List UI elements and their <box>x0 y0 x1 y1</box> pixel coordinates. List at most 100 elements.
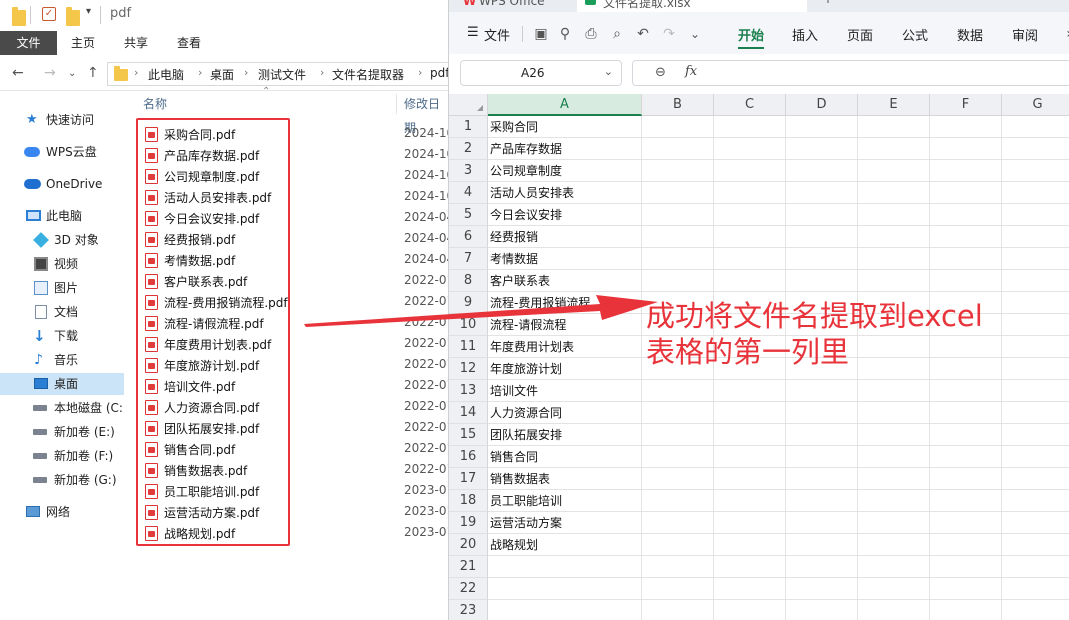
breadcrumb-this-pc[interactable]: 此电脑 <box>148 66 184 83</box>
sidebar-item-drive-g[interactable]: 新加卷 (G:) <box>0 469 124 491</box>
column-header-d[interactable]: D <box>786 94 858 116</box>
row-header[interactable]: 7 <box>449 248 488 270</box>
row-header[interactable]: 23 <box>449 600 488 620</box>
row-header[interactable]: 16 <box>449 446 488 468</box>
cell-a[interactable]: 运营活动方案 <box>490 512 642 534</box>
row-header[interactable]: 11 <box>449 336 488 358</box>
row-header[interactable]: 2 <box>449 138 488 160</box>
redo-icon[interactable]: ↷ <box>661 26 677 42</box>
sidebar-item-wps-cloud[interactable]: WPS云盘 <box>0 141 124 163</box>
breadcrumb-pdf[interactable]: pdf <box>430 66 448 80</box>
back-icon[interactable]: ← <box>12 65 24 81</box>
tab-spreadsheet-file[interactable]: 文件名提取.xlsx <box>577 0 807 12</box>
sidebar-item-network[interactable]: 网络 <box>0 501 124 523</box>
menu-data[interactable]: 数据 <box>957 25 983 44</box>
row-header[interactable]: 8 <box>449 270 488 292</box>
cell-a[interactable]: 销售数据表 <box>490 468 642 490</box>
save-icon[interactable]: ▣ <box>533 26 549 42</box>
print-preview-icon[interactable]: ⌕ <box>609 26 625 42</box>
cell-a[interactable]: 年度旅游计划 <box>490 358 642 380</box>
row-header[interactable]: 13 <box>449 380 488 402</box>
menu-insert[interactable]: 插入 <box>792 25 818 44</box>
cell-a[interactable]: 经费报销 <box>490 226 642 248</box>
new-folder-icon[interactable] <box>66 7 80 26</box>
menu-review[interactable]: 审阅 <box>1012 25 1038 44</box>
column-header-b[interactable]: B <box>642 94 714 116</box>
properties-icon[interactable]: ✓ <box>42 7 56 21</box>
ribbon-tab-view[interactable]: 查看 <box>170 31 208 55</box>
column-header-c[interactable]: C <box>714 94 786 116</box>
column-header-e[interactable]: E <box>858 94 930 116</box>
cell-a[interactable]: 团队拓展安排 <box>490 424 642 446</box>
row-header[interactable]: 21 <box>449 556 488 578</box>
sidebar-item-music[interactable]: ♪ 音乐 <box>0 349 124 371</box>
forward-icon[interactable]: → <box>44 65 56 81</box>
menu-file[interactable]: 文件 <box>484 25 510 44</box>
cell-a[interactable]: 销售合同 <box>490 446 642 468</box>
sidebar-item-3d-objects[interactable]: 3D 对象 <box>0 229 124 251</box>
column-header-g[interactable]: G <box>1002 94 1069 116</box>
row-header[interactable]: 14 <box>449 402 488 424</box>
more-menu-icon[interactable]: › <box>1061 26 1069 42</box>
column-header-name[interactable]: 名称 <box>143 92 167 116</box>
cell-a[interactable]: 年度费用计划表 <box>490 336 642 358</box>
chevron-down-icon[interactable]: ⌄ <box>687 26 703 42</box>
row-header[interactable]: 3 <box>449 160 488 182</box>
cell-a[interactable]: 采购合同 <box>490 116 642 138</box>
column-header-a[interactable]: A <box>488 94 642 116</box>
cell-a[interactable]: 人力资源合同 <box>490 402 642 424</box>
formula-input[interactable]: ⊖ fx <box>632 60 1069 86</box>
print-icon[interactable]: ⎙ <box>583 26 599 42</box>
row-header[interactable]: 19 <box>449 512 488 534</box>
up-icon[interactable]: ↑ <box>87 65 99 81</box>
tab-wps-office[interactable]: W WPS Office <box>457 0 577 12</box>
column-header-f[interactable]: F <box>930 94 1002 116</box>
sidebar-item-pictures[interactable]: 图片 <box>0 277 124 299</box>
sidebar-item-documents[interactable]: 文档 <box>0 301 124 323</box>
hamburger-icon[interactable]: ☰ <box>467 25 479 40</box>
sidebar-item-this-pc[interactable]: 此电脑 <box>0 205 124 227</box>
sidebar-item-desktop[interactable]: 桌面 <box>0 373 124 395</box>
row-header[interactable]: 6 <box>449 226 488 248</box>
sidebar-item-videos[interactable]: 视频 <box>0 253 124 275</box>
chevron-down-icon[interactable]: ⌄ <box>604 65 613 78</box>
cell-a[interactable]: 战略规划 <box>490 534 642 556</box>
sidebar-item-quick-access[interactable]: ★ 快速访问 <box>0 109 124 131</box>
menu-formula[interactable]: 公式 <box>902 25 928 44</box>
row-header[interactable]: 1 <box>449 116 488 138</box>
menu-start[interactable]: 开始 <box>738 25 765 49</box>
cell-a[interactable]: 培训文件 <box>490 380 642 402</box>
ribbon-tab-share[interactable]: 共享 <box>117 31 155 55</box>
row-header[interactable]: 22 <box>449 578 488 600</box>
cell-a[interactable]: 活动人员安排表 <box>490 182 642 204</box>
fx-icon[interactable]: fx <box>685 64 697 79</box>
name-box[interactable]: A26 ⌄ <box>460 60 622 86</box>
cell-a[interactable]: 产品库存数据 <box>490 138 642 160</box>
column-header-date[interactable]: 修改日期 <box>404 92 448 135</box>
breadcrumb-test-files[interactable]: 测试文件 <box>258 66 306 83</box>
sidebar-item-drive-f[interactable]: 新加卷 (F:) <box>0 445 124 467</box>
row-header[interactable]: 12 <box>449 358 488 380</box>
row-header[interactable]: 18 <box>449 490 488 512</box>
cell-a[interactable]: 员工职能培训 <box>490 490 642 512</box>
select-all-corner[interactable] <box>449 94 488 116</box>
row-header[interactable]: 17 <box>449 468 488 490</box>
cell-a[interactable]: 公司规章制度 <box>490 160 642 182</box>
menu-page[interactable]: 页面 <box>847 25 873 44</box>
cell-a[interactable]: 考情数据 <box>490 248 642 270</box>
sidebar-item-drive-c[interactable]: 本地磁盘 (C: <box>0 397 124 419</box>
row-header[interactable]: 5 <box>449 204 488 226</box>
address-bar[interactable]: › 此电脑 › 桌面 › 测试文件 › 文件名提取器 › pdf <box>107 62 448 86</box>
customize-dropdown-icon[interactable]: ▾ <box>86 6 91 22</box>
undo-icon[interactable]: ↶ <box>635 26 651 42</box>
cell-a[interactable]: 今日会议安排 <box>490 204 642 226</box>
new-tab-button[interactable]: + <box>823 0 837 12</box>
breadcrumb-desktop[interactable]: 桌面 <box>210 66 234 83</box>
breadcrumb-extractor[interactable]: 文件名提取器 <box>332 66 404 83</box>
ribbon-tab-file[interactable]: 文件 <box>0 31 57 55</box>
ribbon-tab-home[interactable]: 主页 <box>64 31 102 55</box>
sidebar-item-drive-e[interactable]: 新加卷 (E:) <box>0 421 124 443</box>
row-header[interactable]: 15 <box>449 424 488 446</box>
share-icon[interactable]: ⚲ <box>557 26 573 42</box>
row-header[interactable]: 20 <box>449 534 488 556</box>
